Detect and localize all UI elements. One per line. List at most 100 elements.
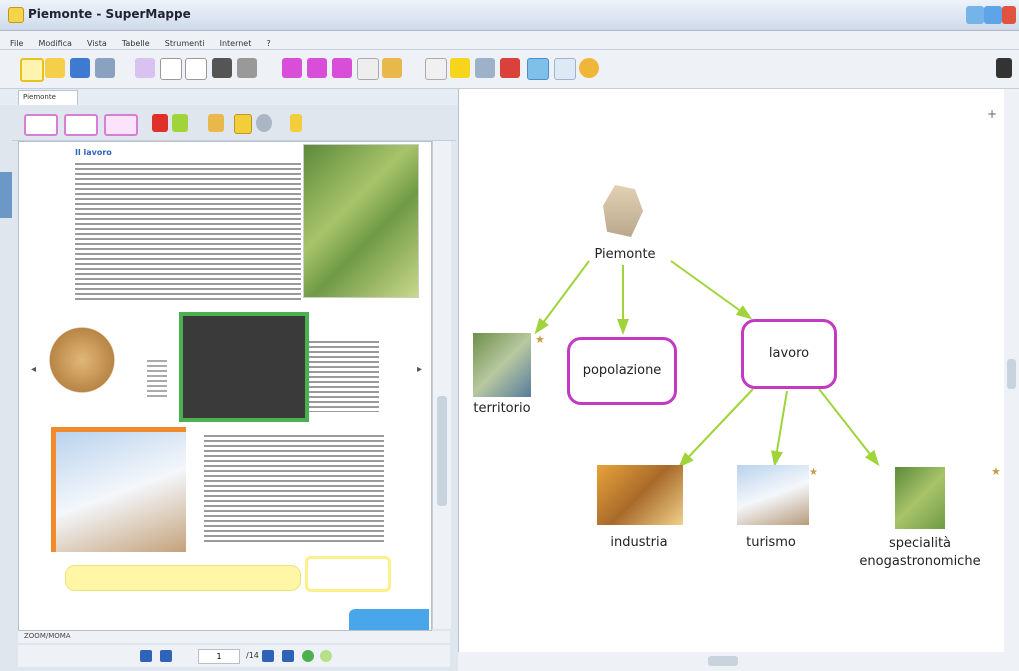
first-page-icon[interactable] <box>140 650 152 662</box>
document-toolbar <box>12 106 456 141</box>
minimize-button[interactable] <box>966 6 984 24</box>
node-specialita[interactable]: specialità enogastronomiche <box>845 535 995 571</box>
next-page-icon[interactable] <box>262 650 274 662</box>
main-toolbar <box>0 50 1019 89</box>
zoom-in-icon[interactable] <box>282 58 302 78</box>
undo-icon[interactable] <box>212 58 232 78</box>
cut-icon[interactable] <box>135 58 155 78</box>
presentation-icon[interactable] <box>527 58 549 80</box>
export-icon[interactable] <box>554 58 576 80</box>
maximize-button[interactable] <box>984 6 1002 24</box>
page-navigation-bar: 1 /14 <box>18 645 450 667</box>
truffle-photo <box>47 320 117 400</box>
side-handle[interactable] <box>0 172 12 218</box>
node-turismo[interactable]: turismo <box>731 535 811 550</box>
arrow-industria <box>678 388 754 468</box>
node-territorio[interactable]: territorio <box>467 401 537 416</box>
open-folder-icon[interactable] <box>45 58 65 78</box>
document-viewer[interactable]: Il lavoro ◂ ▸ <box>18 141 432 631</box>
document-scrollbar-thumb[interactable] <box>437 396 447 506</box>
document-status-bar: ZOOM/MOMA <box>18 631 450 643</box>
settings-icon[interactable] <box>579 58 599 78</box>
specialita-star-icon: ★ <box>991 465 1001 478</box>
territorio-photo <box>473 333 531 397</box>
paste-icon[interactable] <box>185 58 207 80</box>
text-tool-button[interactable] <box>24 114 58 136</box>
annotation-box[interactable] <box>305 556 391 592</box>
prev-page-icon[interactable] <box>160 650 172 662</box>
turismo-photo <box>737 465 809 525</box>
industria-photo <box>597 465 683 525</box>
speaker-icon[interactable] <box>996 58 1012 78</box>
map-horizontal-scrollbar[interactable] <box>458 652 1019 671</box>
hand-tool-icon[interactable] <box>208 114 224 132</box>
last-page-icon[interactable] <box>282 650 294 662</box>
print-icon[interactable] <box>95 58 115 78</box>
node-piemonte[interactable]: Piemonte <box>585 247 665 262</box>
image-icon[interactable] <box>475 58 495 78</box>
search-icon[interactable] <box>256 114 272 132</box>
redo-icon[interactable] <box>237 58 257 78</box>
hand-icon[interactable] <box>382 58 402 78</box>
menu-tabelle[interactable]: Tabelle <box>122 39 150 48</box>
refresh-icon[interactable] <box>320 650 332 662</box>
next-arrow-icon[interactable] <box>172 114 188 132</box>
star-icon[interactable] <box>450 58 470 78</box>
bookmark-icon[interactable] <box>290 114 302 132</box>
note-tool-button[interactable] <box>64 114 98 136</box>
highlight-tool-button[interactable] <box>104 114 138 136</box>
tunnel-photo <box>179 312 309 422</box>
menu-strumenti[interactable]: Strumenti <box>165 39 205 48</box>
node-lavoro[interactable]: lavoro <box>741 319 837 389</box>
comment-icon[interactable] <box>425 58 447 80</box>
specialita-photo <box>895 467 945 529</box>
menu-file[interactable]: File <box>10 39 23 48</box>
page-next-arrow-icon[interactable]: ▸ <box>417 364 422 375</box>
menu-help[interactable]: ? <box>266 39 270 48</box>
concept-map-canvas[interactable]: Piemonte ★ territorio popolazione lavoro… <box>458 89 1005 652</box>
map-horizontal-scrollbar-thumb[interactable] <box>708 656 738 666</box>
app-icon <box>8 7 24 23</box>
tab-label: Piemonte <box>23 93 56 101</box>
zoom-status-label: ZOOM/MOMA <box>24 632 71 640</box>
flag-icon[interactable] <box>500 58 520 78</box>
node-industria[interactable]: industria <box>599 535 679 550</box>
window-title: Piemonte - SuperMappe <box>28 7 191 21</box>
ski-resort-photo <box>51 427 186 552</box>
menu-modifica[interactable]: Modifica <box>38 39 71 48</box>
info-callout[interactable] <box>349 609 429 630</box>
map-vertical-scrollbar-thumb[interactable] <box>1007 359 1016 389</box>
canvas-corner-icon: + <box>987 107 998 121</box>
page-prev-arrow-icon[interactable]: ◂ <box>31 364 36 375</box>
menu-internet[interactable]: Internet <box>220 39 252 48</box>
menu-bar: File Modifica Vista Tabelle Strumenti In… <box>0 31 1019 50</box>
zoom-fit-icon[interactable] <box>332 58 352 78</box>
page-number-field[interactable]: 1 <box>198 649 240 664</box>
close-button[interactable] <box>1002 6 1016 24</box>
document-scrollbar[interactable] <box>432 141 451 629</box>
arrow-territorio <box>534 260 590 335</box>
copy-icon[interactable] <box>160 58 182 80</box>
map-vertical-scrollbar[interactable] <box>1004 89 1019 652</box>
arrow-turismo <box>771 390 788 467</box>
node-popolazione[interactable]: popolazione <box>567 337 677 405</box>
turismo-star-icon: ★ <box>809 467 818 478</box>
tab-piemonte[interactable]: Piemonte <box>18 90 78 105</box>
document-tab-strip: Piemonte <box>0 89 460 105</box>
doc-text-block-1 <box>75 160 301 300</box>
arrow-specialita <box>818 388 880 467</box>
zoom-out-icon[interactable] <box>307 58 327 78</box>
page-total-label: /14 <box>246 651 259 660</box>
territorio-star-icon: ★ <box>535 333 545 346</box>
doc-heading: Il lavoro <box>75 148 112 157</box>
highlight-note[interactable] <box>65 565 301 591</box>
select-tool-icon[interactable] <box>234 114 252 134</box>
menu-vista[interactable]: Vista <box>87 39 107 48</box>
new-file-icon[interactable] <box>20 58 44 82</box>
save-icon[interactable] <box>70 58 90 78</box>
prev-arrow-icon[interactable] <box>152 114 168 132</box>
play-icon[interactable] <box>302 650 314 662</box>
zoom-100-icon[interactable] <box>357 58 379 80</box>
arrow-lavoro <box>670 260 753 320</box>
doc-caption-1 <box>147 357 167 397</box>
